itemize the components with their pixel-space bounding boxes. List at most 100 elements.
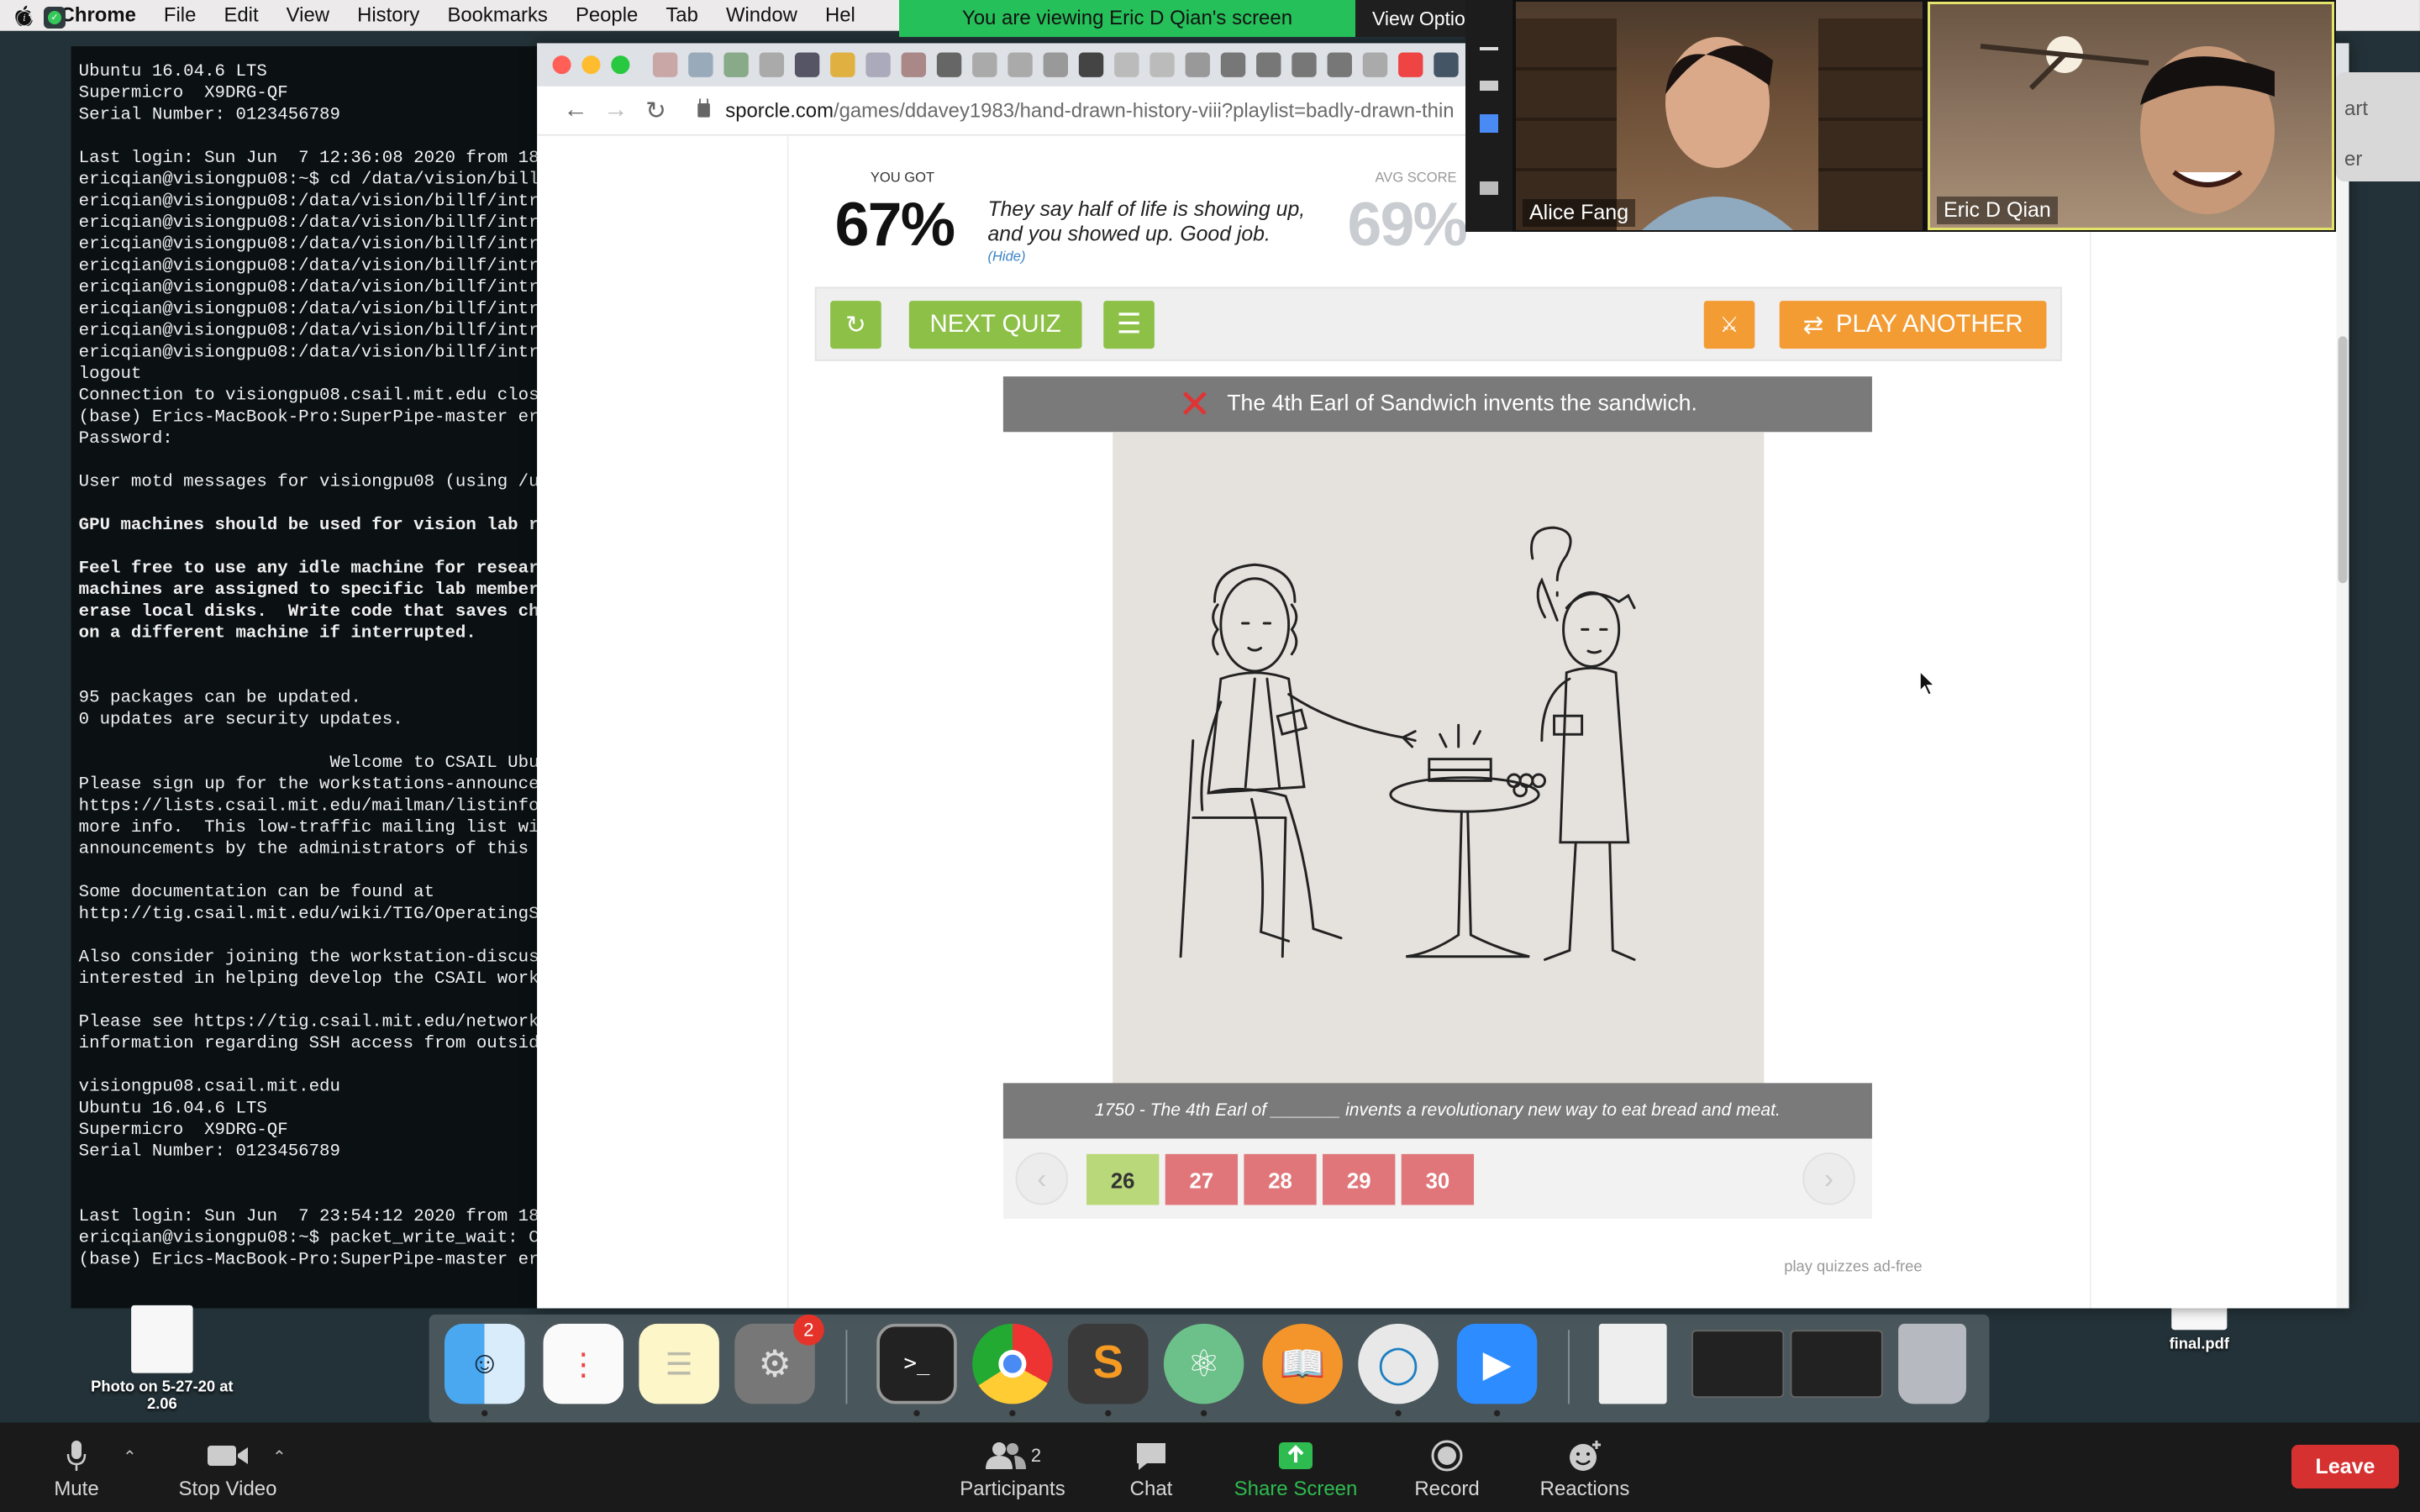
atom-icon[interactable]: ⚛ [1163, 1323, 1244, 1404]
tab-favicon-icon[interactable] [688, 52, 713, 77]
tab-favicon-icon[interactable] [865, 52, 891, 77]
tab-favicon-icon[interactable] [1185, 52, 1210, 77]
participant-video-alice[interactable]: Alice Fang [1516, 2, 1923, 230]
side-tab-2[interactable]: er [2344, 134, 2420, 185]
desktop-file-final-pdf[interactable]: final.pdf [2145, 1305, 2254, 1353]
zoom-app-icon[interactable]: ▶ [1456, 1323, 1538, 1404]
tab-favicon-icon[interactable] [830, 52, 855, 77]
chrome-icon[interactable] [972, 1323, 1053, 1404]
sublime-text-icon[interactable]: S [1067, 1323, 1149, 1404]
page-scrollbar[interactable] [2336, 135, 2349, 1309]
leave-meeting-button[interactable]: Leave [2291, 1445, 2399, 1488]
share-screen-button[interactable]: Share Screen [1227, 1423, 1365, 1512]
reactions-button[interactable]: Reactions [1529, 1423, 1640, 1512]
minimize-strip-icon[interactable] [1480, 47, 1498, 50]
ad-free-link[interactable]: play quizzes ad-free [1784, 1259, 1922, 1276]
tab-favicon-icon[interactable] [1114, 52, 1139, 77]
books-icon[interactable]: 📖 [1262, 1323, 1343, 1404]
chat-button[interactable]: Chat [1118, 1423, 1185, 1512]
tab-favicon-icon[interactable] [1327, 52, 1352, 77]
question-page-27[interactable]: 27 [1165, 1153, 1239, 1205]
tab-favicon-icon[interactable] [1398, 52, 1423, 77]
zoom-window-icon[interactable] [611, 55, 630, 75]
gallery-icon[interactable] [1480, 181, 1498, 195]
scroll-thumb[interactable] [2338, 336, 2348, 584]
participants-button[interactable]: 2 Participants [950, 1423, 1076, 1512]
terminal-line: Welcome to CSAIL Ubuntu [78, 754, 542, 774]
menu-view[interactable]: View [272, 0, 343, 31]
document-stack-icon[interactable] [1598, 1323, 1667, 1404]
strip-layout-icon[interactable] [1480, 114, 1498, 133]
reminders-icon[interactable]: ⋮ [543, 1323, 624, 1404]
menu-history[interactable]: History [344, 0, 434, 31]
terminal-window[interactable]: Ubuntu 16.04.6 LTS Supermicro X9DRG-QF Ser… [71, 46, 542, 1309]
playlist-icon[interactable]: ☰ [1103, 301, 1155, 349]
tab-favicon-icon[interactable] [794, 52, 820, 77]
pager-next-icon[interactable]: › [1802, 1152, 1855, 1205]
tab-favicon-icon[interactable] [972, 52, 997, 77]
question-page-30[interactable]: 30 [1401, 1153, 1475, 1205]
desktop-file-photo[interactable]: Photo on 5-27-20 at 2.06 [77, 1305, 247, 1413]
trash-icon[interactable] [1898, 1323, 1966, 1404]
window-thumbnail-icon[interactable] [1691, 1330, 1785, 1399]
tab-favicon-icon[interactable] [1078, 52, 1104, 77]
menu-people[interactable]: People [561, 0, 651, 31]
play-another-button[interactable]: ⇄ PLAY ANOTHER [1779, 301, 2047, 349]
pager-prev-icon[interactable]: ‹ [1015, 1152, 1068, 1205]
notes-icon[interactable]: ☰ [639, 1323, 719, 1404]
tab-favicon-icon[interactable] [1434, 52, 1459, 77]
tab-favicon-icon[interactable] [759, 52, 785, 77]
vpn-client-icon[interactable]: ◯ [1358, 1323, 1439, 1404]
tab-favicon-icon[interactable] [901, 52, 927, 77]
mute-button[interactable]: Mute [42, 1423, 111, 1512]
audio-options-caret-icon[interactable]: ⌃ [123, 1446, 137, 1467]
terminal-line: Last login: Sun Jun 7 23:54:12 2020 from… [78, 1208, 542, 1227]
tab-favicon-icon[interactable] [936, 52, 962, 77]
tab-favicon-icon[interactable] [1256, 52, 1281, 77]
hide-video-icon[interactable] [1480, 81, 1498, 91]
terminal-icon[interactable]: >_ [876, 1323, 957, 1404]
retry-icon[interactable]: ↻ [830, 301, 881, 349]
system-preferences-icon[interactable]: ⚙ 2 [734, 1314, 824, 1404]
menu-edit[interactable]: Edit [210, 0, 272, 31]
close-window-icon[interactable] [552, 55, 571, 75]
video-options-caret-icon[interactable]: ⌃ [272, 1446, 287, 1467]
menu-window[interactable]: Window [712, 0, 811, 31]
question-page-29[interactable]: 29 [1323, 1153, 1396, 1205]
stop-video-button[interactable]: Stop Video [173, 1423, 282, 1512]
tab-favicon-icon[interactable] [1043, 52, 1068, 77]
window-thumbnail-icon[interactable] [1790, 1330, 1883, 1399]
security-shield-icon[interactable]: ✓ [44, 7, 66, 29]
tab-favicon-icon[interactable] [1362, 52, 1388, 77]
challenge-icon[interactable]: ⚔ [1703, 301, 1755, 349]
menu-file[interactable]: File [150, 0, 210, 31]
participant-name: Eric D Qian [1937, 197, 2058, 224]
reload-icon[interactable]: ↻ [636, 95, 676, 126]
address-bar[interactable]: sporcle.com/games/ddavey1983/hand-drawn-… [697, 98, 1469, 122]
menu-tab[interactable]: Tab [652, 0, 713, 31]
side-tab-1[interactable]: art [2344, 84, 2420, 134]
forward-arrow-icon[interactable]: → [596, 97, 636, 124]
tab-favicon-icon[interactable] [1220, 52, 1246, 77]
menu-bookmarks[interactable]: Bookmarks [434, 0, 562, 31]
info-icon[interactable]: i [17, 11, 32, 26]
back-arrow-icon[interactable]: ← [555, 97, 596, 124]
view-options-button[interactable]: View Options [1355, 0, 1473, 37]
question-page-28[interactable]: 28 [1244, 1153, 1317, 1205]
running-indicator [481, 1410, 488, 1417]
tab-favicon-icon[interactable] [652, 52, 678, 77]
tab-favicon-icon[interactable] [723, 52, 749, 77]
finder-icon[interactable]: ☺ [444, 1323, 525, 1404]
record-button[interactable]: Record [1405, 1423, 1489, 1512]
participant-video-eric[interactable]: Eric D Qian [1928, 2, 2334, 230]
question-page-26[interactable]: 26 [1086, 1153, 1160, 1205]
side-panel-tabs[interactable]: art er [2336, 72, 2420, 181]
minimize-window-icon[interactable] [581, 55, 601, 75]
tab-favicon-icon[interactable] [1292, 52, 1317, 77]
hide-link[interactable]: (Hide) [987, 249, 1025, 264]
tab-favicon-icon[interactable] [1150, 52, 1175, 77]
next-quiz-button[interactable]: NEXT QUIZ [908, 301, 1082, 349]
menu-help[interactable]: Hel [811, 0, 869, 31]
dock-separator [1568, 1330, 1570, 1404]
tab-favicon-icon[interactable] [1007, 52, 1033, 77]
